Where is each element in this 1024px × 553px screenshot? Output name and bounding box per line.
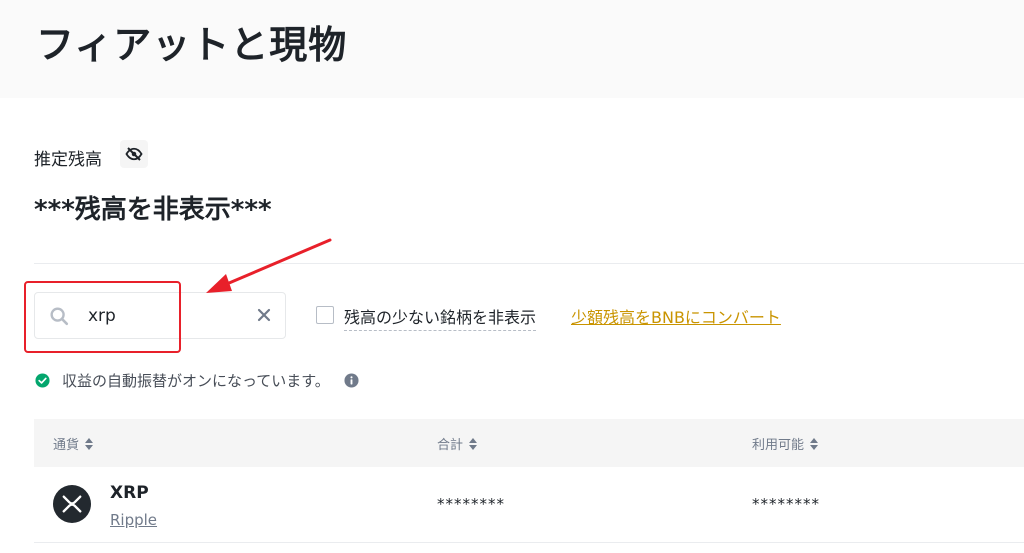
xrp-logo-icon <box>53 485 91 523</box>
check-circle-icon <box>35 373 50 388</box>
estimated-balance-label: 推定残高 <box>34 150 102 170</box>
sort-icon <box>810 437 819 450</box>
info-icon[interactable] <box>344 373 359 388</box>
column-currency-label: 通貨 <box>53 438 80 453</box>
column-available-label: 利用可能 <box>752 438 805 453</box>
annotation-highlight-box <box>24 281 181 353</box>
coin-name-link[interactable]: Ripple <box>110 511 157 529</box>
coin-symbol: XRP <box>110 483 149 503</box>
convert-to-bnb-link[interactable]: 少額残高をBNBにコンバート <box>571 304 781 328</box>
hidden-balance-text: ***残高を非表示*** <box>34 195 272 225</box>
auto-transfer-notice: 収益の自動振替がオンになっています。 <box>35 370 359 391</box>
page-header: フィアットと現物 <box>0 0 1024 98</box>
annotation-arrow <box>206 238 332 293</box>
hide-balance-toggle[interactable] <box>120 140 148 168</box>
available-value: ******** <box>752 495 820 513</box>
column-currency[interactable]: 通貨 <box>53 434 94 453</box>
auto-transfer-text: 収益の自動振替がオンになっています。 <box>62 372 330 390</box>
page-title: フィアットと現物 <box>36 23 348 67</box>
eye-slash-icon <box>125 147 143 161</box>
total-value: ******** <box>437 495 505 513</box>
sort-icon <box>85 437 94 450</box>
table-row[interactable]: XRP Ripple ******** ******** <box>34 467 1024 543</box>
column-total-label: 合計 <box>437 438 464 453</box>
sort-icon <box>469 437 478 450</box>
close-icon[interactable] <box>255 306 273 324</box>
column-total[interactable]: 合計 <box>437 434 478 453</box>
column-available[interactable]: 利用可能 <box>752 434 819 453</box>
hide-small-balances-checkbox[interactable] <box>316 306 334 324</box>
section-divider <box>34 263 1024 264</box>
hide-small-balances-label[interactable]: 残高の少ない銘柄を非表示 <box>344 304 537 331</box>
asset-table-header: 通貨 合計 利用可能 <box>34 419 1024 467</box>
